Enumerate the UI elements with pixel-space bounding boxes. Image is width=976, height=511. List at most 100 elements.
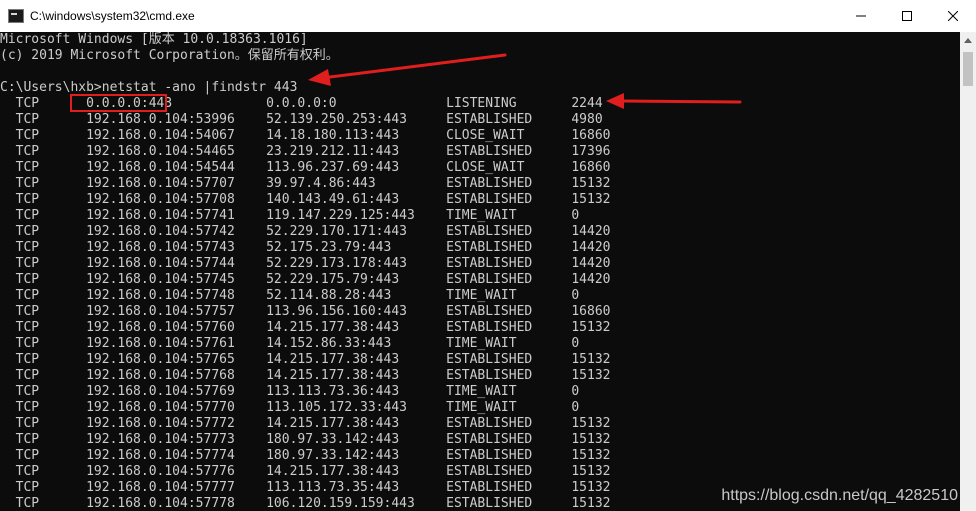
table-row: TCP 192.168.0.104:57774 180.97.33.142:44… bbox=[0, 448, 960, 464]
table-row: TCP 192.168.0.104:57744 52.229.173.178:4… bbox=[0, 256, 960, 272]
cell-foreign: 119.147.229.125:443 bbox=[266, 208, 447, 223]
cell-proto: TCP bbox=[0, 496, 87, 511]
highlight-box bbox=[70, 94, 167, 112]
table-row: TCP 192.168.0.104:57776 14.215.177.38:44… bbox=[0, 464, 960, 480]
cell-local: 192.168.0.104:57757 bbox=[86, 304, 267, 319]
cell-pid: 15132 bbox=[571, 496, 611, 511]
table-row: TCP 192.168.0.104:57757 113.96.156.160:4… bbox=[0, 304, 960, 320]
cell-state: TIME_WAIT bbox=[446, 208, 572, 223]
cell-pid: 0 bbox=[571, 288, 580, 303]
cell-proto: TCP bbox=[0, 384, 87, 399]
cell-local: 192.168.0.104:57770 bbox=[86, 400, 267, 415]
table-row: TCP 192.168.0.104:57770 113.105.172.33:4… bbox=[0, 400, 960, 416]
cell-local: 192.168.0.104:57777 bbox=[86, 480, 267, 495]
cell-local: 192.168.0.104:54544 bbox=[86, 160, 267, 175]
cell-foreign: 0.0.0.0:0 bbox=[266, 96, 447, 111]
cell-proto: TCP bbox=[0, 416, 87, 431]
cell-state: LISTENING bbox=[446, 96, 572, 111]
cell-pid: 15132 bbox=[571, 320, 611, 335]
cell-foreign: 52.175.23.79:443 bbox=[266, 240, 447, 255]
watermark: https://blog.csdn.net/qq_4282510 bbox=[721, 487, 958, 504]
table-row: TCP 192.168.0.104:57707 39.97.4.86:443 E… bbox=[0, 176, 960, 192]
title-bar[interactable]: C:\windows\system32\cmd.exe bbox=[0, 0, 976, 32]
cell-foreign: 14.18.180.113:443 bbox=[266, 128, 447, 143]
cell-proto: TCP bbox=[0, 464, 87, 479]
cell-foreign: 52.139.250.253:443 bbox=[266, 112, 447, 127]
cell-state: ESTABLISHED bbox=[446, 480, 572, 495]
cell-foreign: 113.113.73.36:443 bbox=[266, 384, 447, 399]
cell-local: 192.168.0.104:57765 bbox=[86, 352, 267, 367]
cell-proto: TCP bbox=[0, 128, 87, 143]
cell-proto: TCP bbox=[0, 400, 87, 415]
cell-local: 192.168.0.104:57773 bbox=[86, 432, 267, 447]
cell-state: ESTABLISHED bbox=[446, 496, 572, 511]
cell-proto: TCP bbox=[0, 368, 87, 383]
netstat-results: TCP 0.0.0.0:443 0.0.0.0:0 LISTENING 2244… bbox=[0, 96, 960, 511]
chevron-up-icon bbox=[964, 37, 972, 43]
cell-pid: 4980 bbox=[571, 112, 603, 127]
cell-state: ESTABLISHED bbox=[446, 272, 572, 287]
cell-pid: 0 bbox=[571, 336, 580, 351]
scroll-thumb[interactable] bbox=[963, 52, 973, 86]
cell-local: 192.168.0.104:57769 bbox=[86, 384, 267, 399]
cell-state: ESTABLISHED bbox=[446, 320, 572, 335]
header-line bbox=[0, 64, 960, 80]
cell-pid: 0 bbox=[571, 400, 580, 415]
cell-foreign: 14.215.177.38:443 bbox=[266, 320, 447, 335]
cell-local: 192.168.0.104:57776 bbox=[86, 464, 267, 479]
cell-proto: TCP bbox=[0, 224, 87, 239]
cell-foreign: 113.96.156.160:443 bbox=[266, 304, 447, 319]
cell-pid: 15132 bbox=[571, 464, 611, 479]
cell-proto: TCP bbox=[0, 112, 87, 127]
cell-state: ESTABLISHED bbox=[446, 464, 572, 479]
cell-local: 192.168.0.104:57708 bbox=[86, 192, 267, 207]
cell-pid: 16860 bbox=[571, 304, 611, 319]
cell-foreign: 52.114.88.28:443 bbox=[266, 288, 447, 303]
vertical-scrollbar[interactable] bbox=[960, 32, 976, 511]
cell-proto: TCP bbox=[0, 208, 87, 223]
close-button[interactable] bbox=[930, 0, 976, 32]
cell-state: ESTABLISHED bbox=[446, 144, 572, 159]
cell-local: 192.168.0.104:57748 bbox=[86, 288, 267, 303]
cell-proto: TCP bbox=[0, 272, 87, 287]
cell-state: ESTABLISHED bbox=[446, 224, 572, 239]
cell-foreign: 14.152.86.33:443 bbox=[266, 336, 447, 351]
cell-pid: 17396 bbox=[571, 144, 611, 159]
cell-state: ESTABLISHED bbox=[446, 448, 572, 463]
cell-state: CLOSE_WAIT bbox=[446, 128, 572, 143]
cell-local: 192.168.0.104:57760 bbox=[86, 320, 267, 335]
cell-proto: TCP bbox=[0, 288, 87, 303]
cell-foreign: 113.96.237.69:443 bbox=[266, 160, 447, 175]
cell-pid: 15132 bbox=[571, 192, 611, 207]
table-row: TCP 192.168.0.104:57708 140.143.49.61:44… bbox=[0, 192, 960, 208]
scroll-up-button[interactable] bbox=[960, 32, 976, 48]
cell-local: 192.168.0.104:54067 bbox=[86, 128, 267, 143]
cell-pid: 14420 bbox=[571, 224, 611, 239]
cell-state: CLOSE_WAIT bbox=[446, 160, 572, 175]
cell-foreign: 52.229.175.79:443 bbox=[266, 272, 447, 287]
maximize-button[interactable] bbox=[884, 0, 930, 32]
cell-pid: 15132 bbox=[571, 432, 611, 447]
table-row: TCP 192.168.0.104:57769 113.113.73.36:44… bbox=[0, 384, 960, 400]
table-row: TCP 192.168.0.104:57748 52.114.88.28:443… bbox=[0, 288, 960, 304]
minimize-button[interactable] bbox=[838, 0, 884, 32]
cell-pid: 0 bbox=[571, 384, 580, 399]
cell-pid: 14420 bbox=[571, 272, 611, 287]
cell-pid: 15132 bbox=[571, 416, 611, 431]
cell-proto: TCP bbox=[0, 256, 87, 271]
cell-local: 192.168.0.104:57772 bbox=[86, 416, 267, 431]
cell-local: 192.168.0.104:57778 bbox=[86, 496, 267, 511]
table-row: TCP 192.168.0.104:57741 119.147.229.125:… bbox=[0, 208, 960, 224]
table-row: TCP 192.168.0.104:57745 52.229.175.79:44… bbox=[0, 272, 960, 288]
cell-foreign: 39.97.4.86:443 bbox=[266, 176, 447, 191]
cell-state: TIME_WAIT bbox=[446, 400, 572, 415]
cell-pid: 15132 bbox=[571, 368, 611, 383]
maximize-icon bbox=[902, 11, 912, 21]
cell-state: ESTABLISHED bbox=[446, 416, 572, 431]
cell-foreign: 52.229.173.178:443 bbox=[266, 256, 447, 271]
cell-proto: TCP bbox=[0, 192, 87, 207]
cell-foreign: 52.229.170.171:443 bbox=[266, 224, 447, 239]
cell-local: 192.168.0.104:57745 bbox=[86, 272, 267, 287]
cell-proto: TCP bbox=[0, 144, 87, 159]
cell-pid: 14420 bbox=[571, 256, 611, 271]
